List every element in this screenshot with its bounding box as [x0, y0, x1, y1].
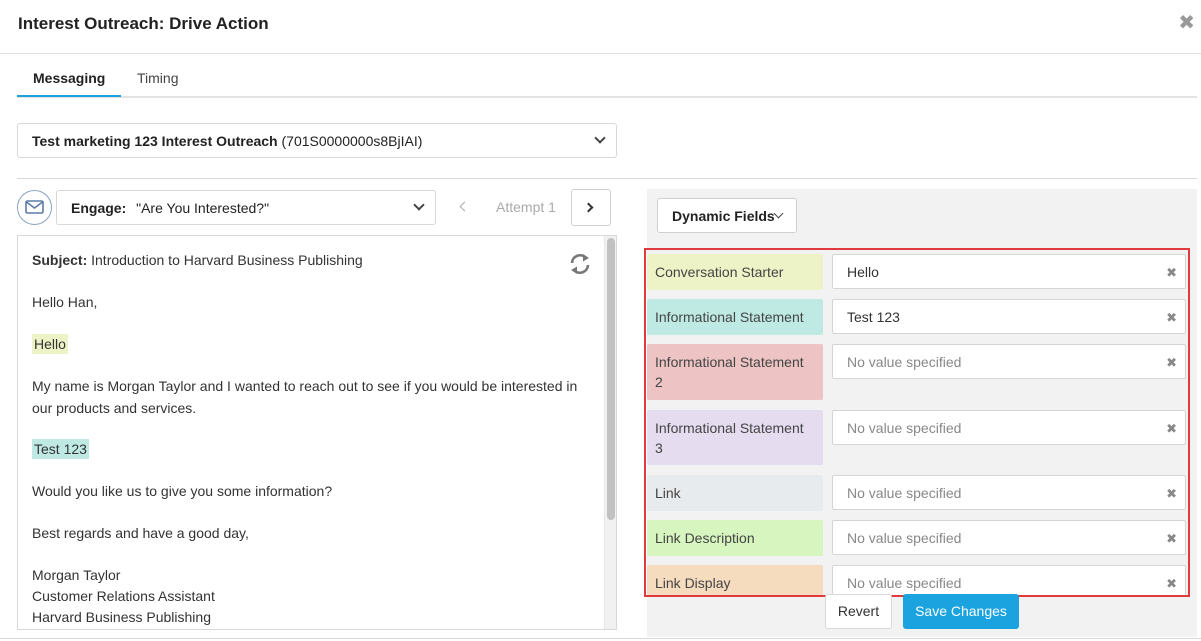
- field-input-link-display[interactable]: No value specified ✖: [832, 565, 1186, 595]
- signature-company: Harvard Business Publishing: [32, 609, 211, 625]
- clear-icon[interactable]: ✖: [1166, 575, 1177, 593]
- field-value: Test 123: [847, 309, 900, 325]
- signature-title: Customer Relations Assistant: [32, 588, 215, 604]
- field-placeholder: No value specified: [847, 530, 962, 546]
- email-statement-line: Test 123: [32, 439, 89, 459]
- divider: [0, 638, 1201, 639]
- field-placeholder: No value specified: [847, 420, 962, 436]
- close-icon[interactable]: ✖: [1178, 10, 1195, 35]
- field-label-informational-statement: Informational Statement: [647, 299, 823, 335]
- subject-text: Introduction to Harvard Business Publish…: [91, 252, 363, 268]
- tab-messaging[interactable]: Messaging: [33, 70, 105, 86]
- field-input-link-description[interactable]: No value specified ✖: [832, 520, 1186, 555]
- active-tab-indicator: [17, 95, 121, 97]
- chevron-down-icon: [594, 132, 606, 144]
- dynamic-fields-label: Dynamic Fields: [672, 208, 775, 224]
- fields-scrollbar[interactable]: [1188, 250, 1190, 595]
- engage-select-label: Engage: "Are You Interested?": [71, 200, 269, 216]
- field-label-informational-statement-3: Informational Statement 3: [647, 410, 823, 465]
- divider: [17, 178, 1197, 179]
- scrollbar-thumb[interactable]: [607, 238, 615, 520]
- field-label-informational-statement-2: Informational Statement 2: [647, 344, 823, 400]
- chevron-down-icon: [413, 199, 425, 211]
- field-input-informational-statement[interactable]: Test 123 ✖: [832, 299, 1186, 334]
- field-input-conversation-starter[interactable]: Hello ✖: [832, 254, 1186, 289]
- clear-icon[interactable]: ✖: [1166, 530, 1177, 548]
- field-placeholder: No value specified: [847, 485, 962, 501]
- clear-icon[interactable]: ✖: [1166, 485, 1177, 503]
- statement-highlight: Test 123: [32, 439, 89, 459]
- dialog-header: Interest Outreach: Drive Action ✖: [0, 0, 1201, 54]
- chevron-right-icon: [583, 202, 594, 213]
- field-label-link: Link: [647, 475, 823, 511]
- email-question: Would you like us to give you some infor…: [32, 483, 333, 499]
- subject-label: Subject:: [32, 252, 88, 268]
- dynamic-fields-button[interactable]: Dynamic Fields: [657, 198, 797, 233]
- dynamic-fields-list[interactable]: Conversation Starter Hello ✖ Information…: [644, 248, 1190, 597]
- campaign-name: Test marketing 123 Interest Outreach: [32, 133, 278, 149]
- tab-bar: Messaging Timing: [17, 54, 1197, 98]
- revert-button[interactable]: Revert: [825, 594, 892, 629]
- email-closing: Best regards and have a good day,: [32, 525, 249, 541]
- scrollbar[interactable]: [604, 236, 616, 629]
- signature-name: Morgan Taylor: [32, 567, 121, 583]
- chevron-left-icon[interactable]: [459, 201, 470, 212]
- field-label-link-description: Link Description: [647, 520, 823, 556]
- field-input-informational-statement-2[interactable]: No value specified ✖: [832, 344, 1186, 379]
- field-placeholder: No value specified: [847, 575, 962, 591]
- engage-label: Engage:: [71, 200, 127, 216]
- email-greeting: Hello Han,: [32, 294, 98, 310]
- field-input-informational-statement-3[interactable]: No value specified ✖: [832, 410, 1186, 445]
- attempt-counter: Attempt 1: [496, 199, 556, 215]
- email-body-line-1: My name is Morgan Taylor and I wanted to…: [32, 378, 578, 394]
- starter-highlight: Hello: [32, 334, 68, 354]
- email-starter-line: Hello: [32, 334, 68, 354]
- next-attempt-button[interactable]: [571, 189, 611, 226]
- email-subject: Subject: Introduction to Harvard Busines…: [32, 252, 363, 268]
- field-placeholder: No value specified: [847, 354, 962, 370]
- field-input-link[interactable]: No value specified ✖: [832, 475, 1186, 510]
- envelope-icon: [17, 190, 52, 225]
- email-body-line-2: our products and services.: [32, 400, 197, 416]
- refresh-icon[interactable]: [568, 252, 592, 276]
- clear-icon[interactable]: ✖: [1166, 420, 1177, 438]
- campaign-select-label: Test marketing 123 Interest Outreach (70…: [32, 133, 422, 149]
- field-label-link-display: Link Display: [647, 565, 823, 595]
- email-preview[interactable]: Subject: Introduction to Harvard Busines…: [17, 235, 617, 630]
- campaign-id: (701S0000000s8BjIAI): [281, 133, 423, 149]
- campaign-select[interactable]: Test marketing 123 Interest Outreach (70…: [17, 123, 617, 158]
- save-changes-button[interactable]: Save Changes: [903, 594, 1019, 629]
- chevron-down-icon: [773, 208, 784, 219]
- fields-scrollbar-thumb[interactable]: [1188, 284, 1190, 384]
- clear-icon[interactable]: ✖: [1166, 354, 1177, 372]
- engage-value: "Are You Interested?": [136, 200, 270, 216]
- tab-timing[interactable]: Timing: [137, 70, 179, 86]
- field-label-conversation-starter: Conversation Starter: [647, 254, 823, 290]
- clear-icon[interactable]: ✖: [1166, 309, 1177, 327]
- clear-icon[interactable]: ✖: [1166, 264, 1177, 282]
- dialog-title: Interest Outreach: Drive Action: [18, 14, 269, 33]
- field-value: Hello: [847, 264, 879, 280]
- engage-select[interactable]: Engage: "Are You Interested?": [56, 190, 436, 225]
